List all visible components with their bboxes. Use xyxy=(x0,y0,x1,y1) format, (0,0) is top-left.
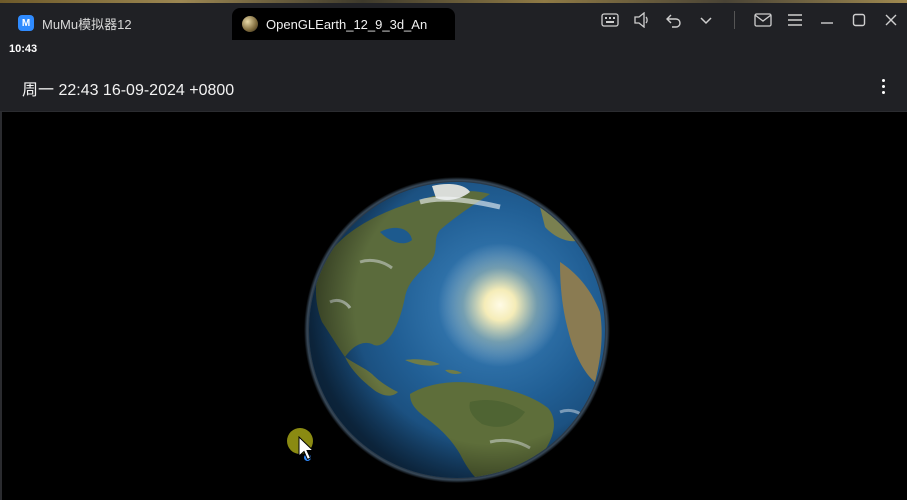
app-bar: 周一 22:43 16-09-2024 +0800 xyxy=(0,60,907,112)
maximize-icon[interactable] xyxy=(843,0,875,40)
active-tab[interactable]: OpenGLEarth_12_9_3d_An xyxy=(232,8,455,40)
earth-globe[interactable] xyxy=(0,112,907,500)
earth-viewport[interactable] xyxy=(0,112,907,500)
volume-icon[interactable] xyxy=(626,0,658,40)
cursor-icon xyxy=(298,436,314,461)
app-title: MuMu模拟器12 xyxy=(42,16,132,32)
undo-icon[interactable] xyxy=(658,0,690,40)
android-statusbar: 10:43 xyxy=(0,40,907,60)
app-tab[interactable]: M MuMu模拟器12 xyxy=(8,8,238,38)
keyboard-icon[interactable] xyxy=(594,0,626,40)
divider xyxy=(734,11,735,29)
window-controls xyxy=(594,0,907,40)
chevron-down-icon[interactable] xyxy=(690,0,722,40)
more-vert-icon[interactable] xyxy=(873,76,893,96)
active-tab-title: OpenGLEarth_12_9_3d_An xyxy=(266,16,428,32)
emulator-titlebar: M MuMu模拟器12 OpenGLEarth_12_9_3d_An xyxy=(0,0,907,40)
mumu-logo-icon: M xyxy=(18,15,34,31)
status-time: 10:43 xyxy=(9,43,38,55)
menu-icon[interactable] xyxy=(779,0,811,40)
globe-icon xyxy=(242,16,258,32)
minimize-icon[interactable] xyxy=(811,0,843,40)
mail-icon[interactable] xyxy=(747,0,779,40)
datetime-title: 周一 22:43 16-09-2024 +0800 xyxy=(22,82,235,99)
close-icon[interactable] xyxy=(875,0,907,40)
